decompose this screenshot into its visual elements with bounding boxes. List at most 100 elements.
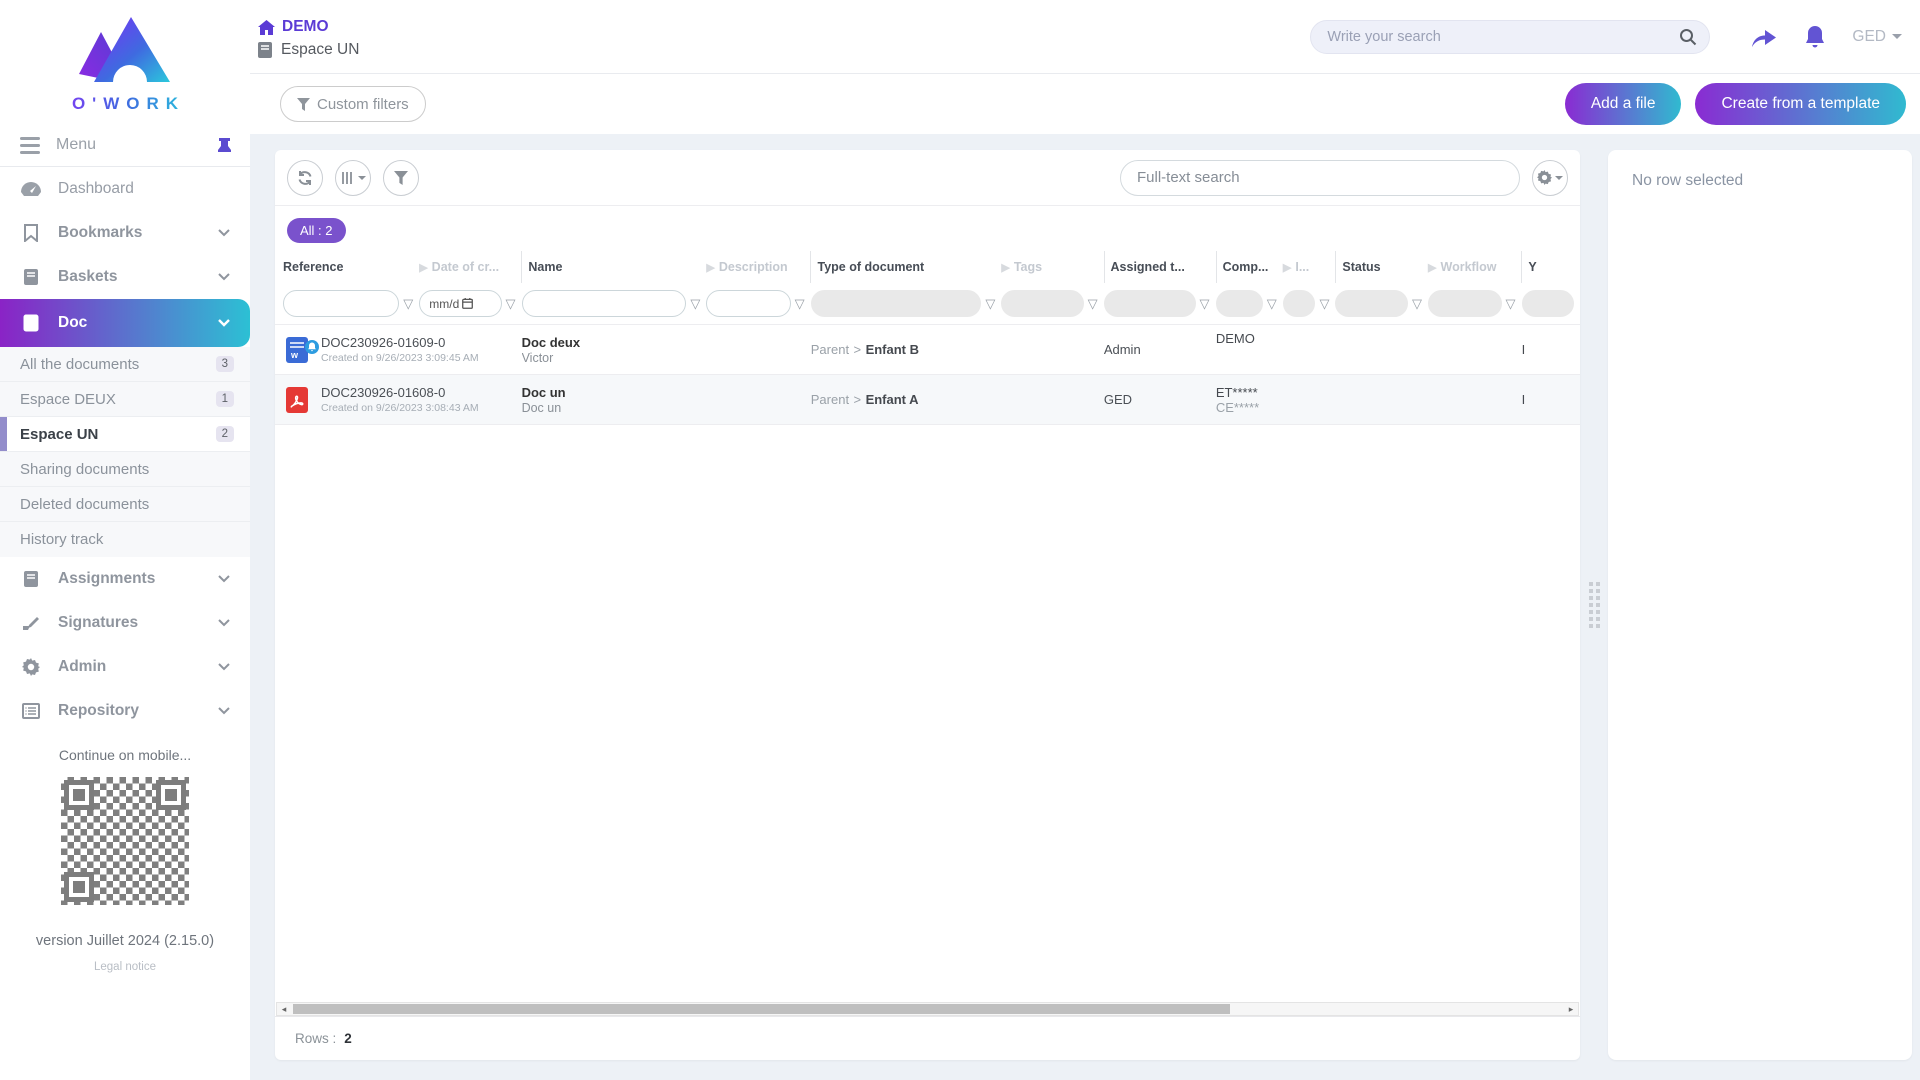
sidebar-item-label: Baskets (58, 268, 118, 285)
column-header-name[interactable]: Name (521, 251, 706, 283)
basket-icon (20, 268, 42, 286)
column-header-workflow[interactable]: ▶ Workflow (1428, 251, 1521, 283)
sidebar-item-assignments[interactable]: Assignments (0, 557, 250, 601)
funnel-icon[interactable]: ▽ (1319, 297, 1329, 310)
fulltext-search-input[interactable] (1137, 169, 1503, 186)
count-badge: 2 (215, 426, 234, 442)
global-search-input[interactable] (1327, 28, 1680, 45)
calendar-icon (462, 298, 474, 309)
column-header-tags[interactable]: ▶ Tags (1001, 251, 1103, 283)
chevron-down-icon (218, 575, 230, 583)
funnel-icon (394, 170, 408, 185)
custom-filters-label: Custom filters (317, 95, 409, 113)
row-name-sub: Doc un (521, 400, 562, 415)
sidebar-item-espace-un[interactable]: Espace UN 2 (0, 417, 250, 452)
filter-button[interactable] (383, 159, 419, 196)
filter-date-input[interactable]: mm/d (419, 290, 502, 317)
column-header-y[interactable]: Y (1521, 251, 1580, 283)
chevron-down-icon (218, 707, 230, 715)
share-icon[interactable] (1750, 25, 1778, 49)
sidebar-item-history-track[interactable]: History track (0, 522, 250, 557)
filter-description: ▽ (706, 290, 810, 317)
notifications-bell-icon[interactable] (1804, 25, 1826, 49)
funnel-icon[interactable]: ▽ (690, 297, 700, 310)
sub-item-label: Deleted documents (20, 495, 150, 513)
legal-notice-link[interactable]: Legal notice (0, 961, 250, 973)
sidebar-item-sharing-documents[interactable]: Sharing documents (0, 452, 250, 487)
column-header-type-of-document[interactable]: Type of document (810, 251, 1001, 283)
column-header-date-of-creation[interactable]: ▶ Date of cr... (419, 251, 521, 283)
fulltext-search[interactable] (1120, 159, 1520, 196)
funnel-icon[interactable]: ▽ (403, 297, 413, 310)
scroll-right-arrow-icon[interactable]: ▸ (1564, 1003, 1578, 1015)
sidebar-item-repository[interactable]: Repository (0, 689, 250, 733)
filter-i: ▽ (1282, 290, 1336, 317)
search-icon[interactable] (1679, 28, 1697, 46)
user-menu[interactable]: GED (1852, 28, 1902, 46)
qr-code (61, 777, 189, 905)
funnel-icon[interactable]: ▽ (795, 297, 805, 310)
row-name: Doc un (521, 384, 566, 400)
add-file-button[interactable]: Add a file (1564, 83, 1682, 125)
horizontal-scrollbar[interactable]: ◂ ▸ (276, 1002, 1579, 1016)
no-row-selected-text: No row selected (1632, 172, 1744, 189)
breadcrumb: DEMO Espace UN (258, 14, 359, 59)
table-row[interactable]: DOC230926-01608-0 Created on 9/26/2023 3… (275, 375, 1580, 425)
sidebar-item-label: Doc (58, 314, 88, 331)
filter-status-input (1335, 290, 1408, 317)
filter-reference-input[interactable] (283, 290, 400, 317)
funnel-icon[interactable]: ▽ (1506, 297, 1516, 310)
panel-resize-gutter[interactable] (1580, 150, 1608, 1060)
column-header-assigned-to[interactable]: Assigned t... (1103, 251, 1216, 283)
funnel-icon[interactable]: ▽ (1267, 297, 1277, 310)
row-name-sub: Victor (521, 350, 554, 365)
funnel-icon[interactable]: ▽ (1088, 297, 1098, 310)
sidebar-item-bookmarks[interactable]: Bookmarks (0, 211, 250, 255)
column-header-company[interactable]: Comp... (1215, 251, 1283, 283)
menu-label: Menu (56, 136, 97, 153)
row-type-parent: Parent (810, 391, 850, 407)
sidebar-item-label: Dashboard (58, 180, 134, 197)
refresh-button[interactable] (287, 159, 323, 196)
repository-list-icon (20, 703, 42, 719)
breadcrumb-home[interactable]: DEMO (258, 18, 359, 36)
table-settings-button[interactable] (1532, 159, 1568, 196)
table-toolbar (275, 150, 1580, 206)
column-header-status[interactable]: Status (1335, 251, 1428, 283)
column-header-reference[interactable]: Reference (283, 251, 419, 283)
sidebar-item-doc[interactable]: Doc (0, 299, 250, 347)
filter-name-input[interactable] (521, 290, 687, 317)
filter-assigned-input (1103, 290, 1196, 317)
funnel-icon[interactable]: ▽ (1200, 297, 1210, 310)
create-from-template-button[interactable]: Create from a template (1695, 83, 1906, 125)
columns-button[interactable] (335, 159, 371, 196)
sidebar-item-baskets[interactable]: Baskets (0, 255, 250, 299)
filter-description-input[interactable] (706, 290, 791, 317)
drag-grip-icon[interactable] (1588, 582, 1600, 628)
assignments-icon (20, 570, 42, 588)
pin-icon[interactable] (217, 137, 232, 153)
sidebar-item-label: Admin (58, 658, 107, 675)
column-header-description[interactable]: ▶ Description (706, 251, 810, 283)
sidebar-item-all-documents[interactable]: All the documents 3 (0, 347, 250, 382)
sidebar-item-espace-deux[interactable]: Espace DEUX 1 (0, 382, 250, 417)
scroll-left-arrow-icon[interactable]: ◂ (277, 1003, 291, 1015)
funnel-icon[interactable]: ▽ (506, 297, 516, 310)
chevron-down-icon (218, 663, 230, 671)
sidebar-item-admin[interactable]: Admin (0, 645, 250, 689)
pdf-document-icon (283, 384, 311, 416)
scrollbar-thumb[interactable] (293, 1004, 1230, 1014)
funnel-icon[interactable]: ▽ (1412, 297, 1422, 310)
sidebar-item-dashboard[interactable]: Dashboard (0, 167, 250, 211)
menu-toggle[interactable]: Menu (0, 122, 250, 167)
table-row[interactable]: w DOC230926-01609-0 Created on 9/26/2023… (275, 325, 1580, 375)
sidebar-item-signatures[interactable]: Signatures (0, 601, 250, 645)
column-header-i[interactable]: ▶ I... (1283, 251, 1336, 283)
filter-date: mm/d ▽ (419, 290, 521, 317)
global-search[interactable] (1310, 19, 1711, 54)
filter-y (1521, 290, 1581, 317)
all-count-badge[interactable]: All : 2 (287, 218, 346, 243)
sidebar-item-deleted-documents[interactable]: Deleted documents (0, 487, 250, 522)
custom-filters-button[interactable]: Custom filters (280, 86, 426, 122)
funnel-icon[interactable]: ▽ (985, 297, 995, 310)
